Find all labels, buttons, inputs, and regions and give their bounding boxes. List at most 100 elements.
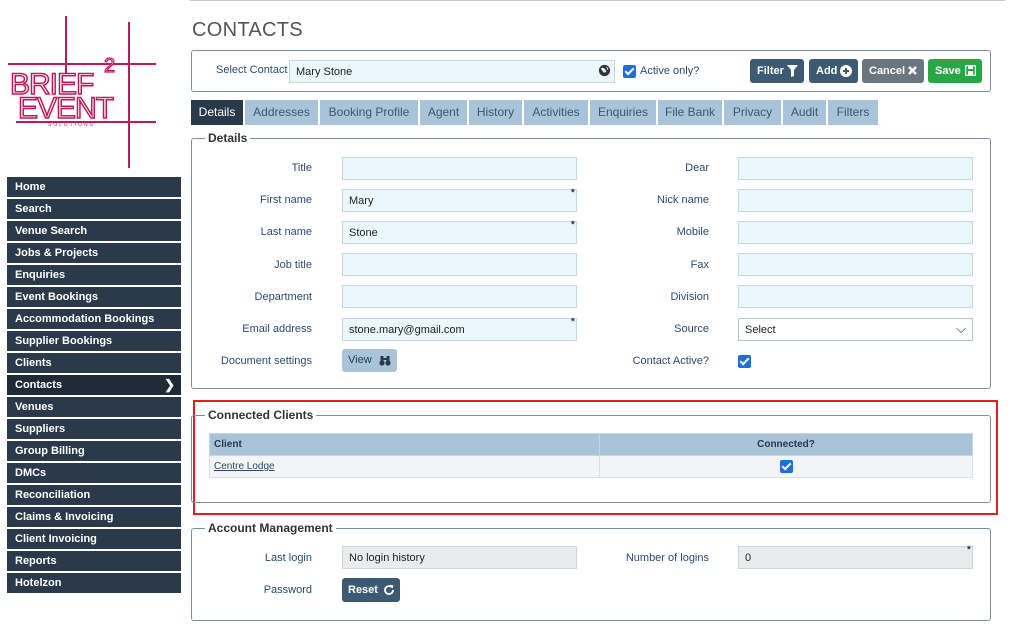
save-button[interactable]: Save (928, 59, 982, 83)
title-field[interactable] (342, 157, 577, 180)
tab-activities[interactable]: Activities (524, 100, 588, 125)
tab-filters[interactable]: Filters (828, 100, 878, 125)
view-button[interactable]: View (342, 349, 397, 372)
globe-icon[interactable] (598, 64, 611, 77)
contact-active-label: Contact Active? (632, 355, 709, 367)
nick-name-field[interactable] (738, 189, 973, 212)
tab-audit[interactable]: Audit (783, 100, 826, 125)
job-title-field[interactable] (342, 253, 577, 276)
active-only-checkbox[interactable] (623, 65, 636, 78)
column-header-connected[interactable]: Connected? (599, 433, 973, 456)
page-title: CONTACTS (192, 19, 303, 41)
email-label: Email address (242, 323, 312, 335)
filter-button[interactable]: Filter (750, 59, 804, 83)
last-login-label: Last login (264, 552, 312, 564)
sidebar-item-client-invoicing[interactable]: Client Invoicing (7, 529, 181, 551)
table-row: Centre Lodge (209, 455, 973, 478)
chevron-down-icon: ⌵ (956, 321, 966, 336)
close-icon (908, 66, 917, 75)
sidebar-item-jobs-projects[interactable]: Jobs & Projects (7, 243, 181, 265)
division-field[interactable] (738, 285, 973, 308)
fax-field[interactable] (738, 253, 973, 276)
tab-file-bank[interactable]: File Bank (658, 100, 722, 125)
sidebar-item-suppliers[interactable]: Suppliers (7, 419, 181, 441)
nick-name-label: Nick name (657, 194, 709, 206)
top-rule (190, 0, 1005, 1)
funnel-icon (787, 65, 798, 77)
mobile-label: Mobile (676, 226, 709, 238)
connected-clients-table: Client Connected? Centre Lodge (209, 433, 973, 478)
first-name-label: First name (260, 194, 312, 206)
sidebar-item-reports[interactable]: Reports (7, 551, 181, 573)
sidebar-item-dmcs[interactable]: DMCs (7, 463, 181, 485)
tab-booking-profile[interactable]: Booking Profile (320, 100, 418, 125)
select-contact-label: Select Contact (216, 64, 288, 76)
sidebar-item-search[interactable]: Search (7, 199, 181, 221)
number-of-logins-field: 0 (738, 544, 973, 569)
last-name-label: Last name (260, 226, 312, 238)
connected-checkbox[interactable] (780, 460, 793, 473)
department-field[interactable] (342, 285, 577, 308)
tab-enquiries[interactable]: Enquiries (590, 100, 656, 125)
sidebar-nav: Home Search Venue Search Jobs & Projects… (7, 177, 181, 595)
contact-active-checkbox[interactable] (738, 355, 751, 368)
job-title-label: Job title (274, 259, 312, 271)
connected-clients-panel: Connected Clients Client Connected? Cent… (191, 408, 991, 503)
division-label: Division (670, 291, 709, 303)
sidebar-item-contacts[interactable]: Contacts ❯ (7, 375, 181, 397)
column-header-client[interactable]: Client (209, 433, 600, 456)
dear-field[interactable] (738, 157, 973, 180)
svg-text:EVENT: EVENT (18, 92, 114, 125)
sidebar-item-venues[interactable]: Venues (7, 397, 181, 419)
sidebar-item-group-billing[interactable]: Group Billing (7, 441, 181, 463)
active-only-label: Active only? (640, 65, 700, 77)
mobile-field[interactable] (738, 221, 973, 244)
title-label: Title (291, 162, 312, 174)
details-legend: Details (205, 131, 251, 145)
tab-privacy[interactable]: Privacy (724, 100, 781, 125)
sidebar-item-enquiries[interactable]: Enquiries (7, 265, 181, 287)
details-panel: Details Title First name Mary Last name … (191, 131, 991, 389)
sidebar-item-event-bookings[interactable]: Event Bookings (7, 287, 181, 309)
first-name-field[interactable]: Mary (342, 187, 577, 212)
sidebar-item-venue-search[interactable]: Venue Search (7, 221, 181, 243)
sidebar-item-hotelzon[interactable]: Hotelzon (7, 573, 181, 595)
svg-text:SOLUTIONS: SOLUTIONS (48, 122, 95, 128)
document-settings-label: Document settings (220, 355, 312, 367)
tab-details[interactable]: Details (191, 100, 243, 125)
tab-history[interactable]: History (469, 100, 522, 125)
add-button[interactable]: Add (809, 59, 858, 83)
sidebar-item-home[interactable]: Home (7, 177, 181, 199)
floppy-disk-icon (965, 65, 976, 76)
account-management-legend: Account Management (205, 521, 336, 535)
binoculars-icon (379, 356, 391, 366)
sidebar-item-claims-invoicing[interactable]: Claims & Invoicing (7, 507, 181, 529)
account-management-panel: Account Management Last login No login h… (191, 521, 991, 621)
number-of-logins-label: Number of logins (625, 552, 709, 564)
password-label: Password (263, 584, 312, 596)
refresh-icon (384, 584, 394, 595)
cancel-button[interactable]: Cancel (862, 59, 924, 83)
sidebar-item-accommodation-bookings[interactable]: Accommodation Bookings (7, 309, 181, 331)
client-link[interactable]: Centre Lodge (214, 461, 275, 472)
email-field[interactable]: stone.mary@gmail.com (342, 316, 577, 341)
department-label: Department (254, 291, 312, 303)
svg-text:2: 2 (104, 55, 115, 77)
reset-password-button[interactable]: Reset (342, 578, 400, 602)
source-label: Source (674, 323, 709, 335)
brief2event-logo: BRIEF 2 EVENT SOLUTIONS (8, 16, 156, 168)
sidebar-item-reconciliation[interactable]: Reconciliation (7, 485, 181, 507)
select-contact-bar: Select Contact Mary Stone Active only? F… (191, 50, 991, 92)
chevron-right-icon: ❯ (164, 377, 175, 392)
last-login-field: No login history (342, 546, 577, 569)
source-select[interactable]: Select ⌵ (738, 318, 973, 341)
plus-circle-icon (840, 65, 852, 77)
last-name-field[interactable]: Stone (342, 219, 577, 244)
tab-addresses[interactable]: Addresses (245, 100, 318, 125)
sidebar-item-clients[interactable]: Clients (7, 353, 181, 375)
sidebar-item-supplier-bookings[interactable]: Supplier Bookings (7, 331, 181, 353)
select-contact-input[interactable]: Mary Stone (289, 60, 615, 83)
fax-label: Fax (690, 259, 709, 271)
tab-agent[interactable]: Agent (420, 100, 467, 125)
dear-label: Dear (685, 162, 709, 174)
